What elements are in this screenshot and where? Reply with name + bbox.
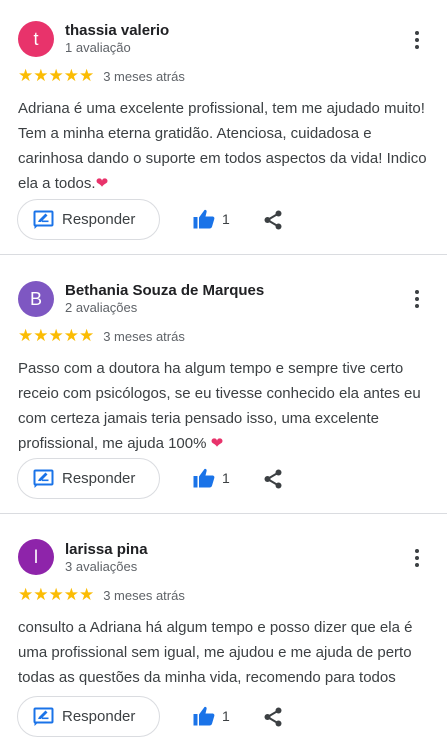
more-options-icon[interactable] <box>406 29 428 51</box>
reviewer-name[interactable]: thassia valerio <box>65 22 169 39</box>
like-count: 1 <box>222 470 230 486</box>
thumbs-up-icon <box>193 209 215 229</box>
review-card: B Bethania Souza de Marques 2 avaliações… <box>0 255 447 514</box>
reply-button[interactable]: Responder <box>17 458 160 499</box>
reply-icon <box>33 707 54 726</box>
like-count: 1 <box>222 211 230 227</box>
review-count: 2 avaliações <box>65 300 138 315</box>
reviewer-name[interactable]: Bethania Souza de Marques <box>65 282 264 299</box>
review-date: 3 meses atrás <box>103 587 185 603</box>
heart-emoji: ❤ <box>210 435 224 452</box>
more-options-icon[interactable] <box>406 547 428 569</box>
review-card: t thassia valerio 1 avaliação ★★★★★ 3 me… <box>0 0 447 255</box>
star-rating: ★★★★★ <box>18 326 95 346</box>
like-count: 1 <box>222 708 230 724</box>
avatar[interactable]: B <box>18 281 54 317</box>
like-button[interactable]: 1 <box>193 706 230 726</box>
rating-row: ★★★★★ 3 meses atrás <box>18 66 185 86</box>
reply-icon <box>33 469 54 488</box>
avatar[interactable]: l <box>18 539 54 575</box>
reviewer-name[interactable]: larissa pina <box>65 541 148 558</box>
like-button[interactable]: 1 <box>193 468 230 488</box>
star-rating: ★★★★★ <box>18 585 95 605</box>
share-icon[interactable] <box>263 210 283 230</box>
review-text-body: Adriana é uma excelente profissional, te… <box>18 100 427 192</box>
review-text-body: consulto a Adriana há algum tempo e poss… <box>18 619 413 686</box>
rating-row: ★★★★★ 3 meses atrás <box>18 585 185 605</box>
heart-emoji: ❤ <box>95 175 109 192</box>
thumbs-up-icon <box>193 706 215 726</box>
review-date: 3 meses atrás <box>103 328 185 344</box>
share-icon[interactable] <box>263 707 283 727</box>
like-button[interactable]: 1 <box>193 209 230 229</box>
star-rating: ★★★★★ <box>18 66 95 86</box>
review-date: 3 meses atrás <box>103 68 185 84</box>
review-count: 3 avaliações <box>65 559 138 574</box>
rating-row: ★★★★★ 3 meses atrás <box>18 326 185 346</box>
review-count: 1 avaliação <box>65 40 131 55</box>
more-options-icon[interactable] <box>406 288 428 310</box>
avatar[interactable]: t <box>18 21 54 57</box>
review-text: Passo com a doutora ha algum tempo e sem… <box>18 356 438 456</box>
review-text: Adriana é uma excelente profissional, te… <box>18 96 438 196</box>
reply-label: Responder <box>62 470 136 487</box>
reply-icon <box>33 210 54 229</box>
review-card: l larissa pina 3 avaliações ★★★★★ 3 mese… <box>0 514 447 746</box>
thumbs-up-icon <box>193 468 215 488</box>
reply-button[interactable]: Responder <box>17 199 160 240</box>
reply-button[interactable]: Responder <box>17 696 160 737</box>
reply-label: Responder <box>62 708 136 725</box>
reply-label: Responder <box>62 211 136 228</box>
share-icon[interactable] <box>263 469 283 489</box>
review-text: consulto a Adriana há algum tempo e poss… <box>18 615 438 690</box>
